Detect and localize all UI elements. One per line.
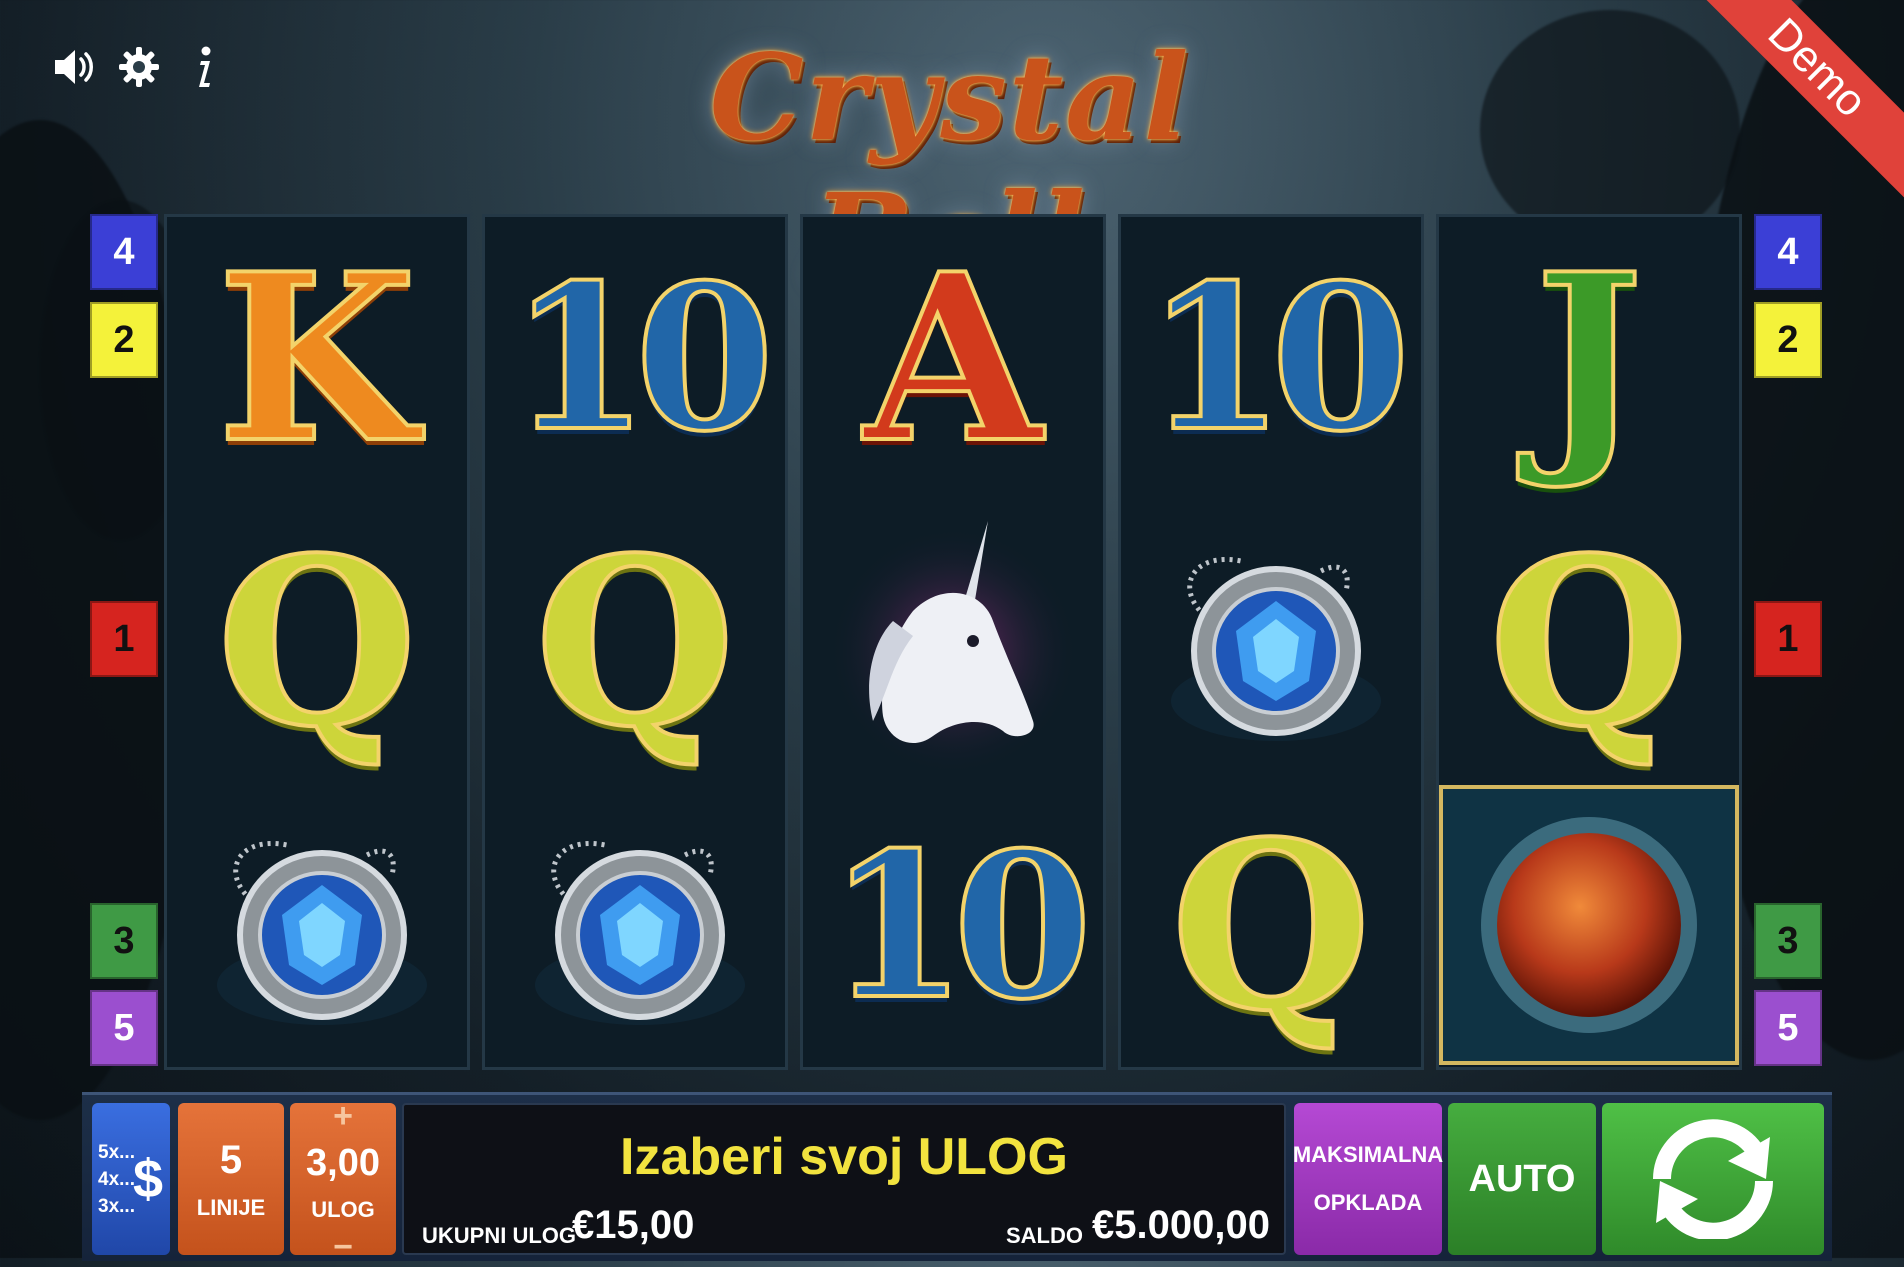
symbol-q: Q bbox=[215, 508, 419, 778]
reel-symbol bbox=[1121, 501, 1421, 785]
paytable-line: 4x... bbox=[98, 1168, 135, 1190]
max-bet-label-2: OPKLADA bbox=[1313, 1190, 1423, 1215]
max-bet-label-1: MAKSIMALNA bbox=[1292, 1142, 1444, 1167]
info-icon[interactable] bbox=[180, 44, 226, 90]
stake-button[interactable]: + 3,00 ULOG − bbox=[290, 1097, 396, 1266]
payline-marker-2[interactable]: 2 bbox=[90, 302, 158, 378]
demo-ribbon: Demo bbox=[1679, 0, 1904, 206]
spin-button[interactable] bbox=[1602, 1103, 1824, 1255]
payline-marker-3[interactable]: 3 bbox=[90, 903, 158, 979]
symbol-q: Q bbox=[533, 508, 737, 778]
reel-4: 10 Q bbox=[1118, 214, 1424, 1070]
lines-button[interactable]: 5 LINIJE bbox=[178, 1103, 284, 1255]
spin-icon bbox=[1653, 1119, 1773, 1239]
reel-2: 10 Q bbox=[482, 214, 788, 1070]
reel-symbol: 10 bbox=[1121, 217, 1421, 501]
auto-button[interactable]: AUTO bbox=[1448, 1103, 1596, 1255]
symbol-10: 10 bbox=[1144, 241, 1412, 476]
gear-icon[interactable] bbox=[116, 44, 162, 90]
auto-label: AUTO bbox=[1468, 1157, 1576, 1200]
reel-symbol: Q bbox=[1439, 501, 1739, 785]
symbol-k: K bbox=[215, 224, 419, 494]
paytable-line: 3x... bbox=[98, 1195, 135, 1217]
info-message: Izaberi svoj ULOG bbox=[620, 1128, 1068, 1186]
symbol-10: 10 bbox=[826, 809, 1094, 1044]
control-panel: 5x... 4x... 3x... $ 5 LINIJE + 3,00 ULOG… bbox=[82, 1092, 1832, 1266]
lines-label: LINIJE bbox=[196, 1194, 266, 1220]
lines-value: 5 bbox=[219, 1137, 243, 1182]
paytable-line: 5x... bbox=[98, 1141, 135, 1163]
max-bet-button[interactable]: MAKSIMALNA OPKLADA bbox=[1292, 1103, 1444, 1255]
reel-3: A 10 bbox=[800, 214, 1106, 1070]
stake-label: ULOG bbox=[311, 1196, 375, 1222]
reel-symbol: 10 bbox=[485, 217, 785, 501]
bet-info-display: Izaberi svoj ULOG UKUPNI ULOG €15,00 SAL… bbox=[402, 1103, 1286, 1255]
symbol-q: Q bbox=[1487, 508, 1691, 778]
dollar-icon: $ bbox=[132, 1149, 164, 1209]
amulet-symbol-icon bbox=[197, 815, 437, 1040]
stake-minus-icon[interactable]: − bbox=[333, 1228, 353, 1267]
symbol-q: Q bbox=[1169, 792, 1373, 1062]
reel-symbol bbox=[485, 785, 785, 1069]
crystal-ball-symbol-icon bbox=[1439, 784, 1739, 1070]
reel-symbol bbox=[167, 785, 467, 1069]
reel-area: KQ 10 Q A 10 10 QJ Q bbox=[164, 214, 1744, 1070]
stake-plus-icon[interactable]: + bbox=[333, 1097, 353, 1136]
payline-marker-5[interactable]: 5 bbox=[1754, 990, 1822, 1066]
top-toolbar bbox=[52, 44, 226, 90]
payline-marker-3[interactable]: 3 bbox=[1754, 903, 1822, 979]
payline-marker-1[interactable]: 1 bbox=[90, 601, 158, 677]
reel-symbol: J bbox=[1439, 217, 1739, 501]
payline-marker-2[interactable]: 2 bbox=[1754, 302, 1822, 378]
reel-symbol: Q bbox=[485, 501, 785, 785]
payline-marker-4[interactable]: 4 bbox=[1754, 214, 1822, 290]
reel-5: JQ bbox=[1436, 214, 1742, 1070]
payline-marker-1[interactable]: 1 bbox=[1754, 601, 1822, 677]
symbol-j: J bbox=[1533, 224, 1646, 494]
speaker-icon[interactable] bbox=[52, 44, 98, 90]
paytable-button[interactable]: 5x... 4x... 3x... $ bbox=[92, 1103, 170, 1255]
total-bet-value: €15,00 bbox=[572, 1203, 695, 1247]
reel-symbol: Q bbox=[167, 501, 467, 785]
payline-marker-4[interactable]: 4 bbox=[90, 214, 158, 290]
reel-symbol: K bbox=[167, 217, 467, 501]
reel-1: KQ bbox=[164, 214, 470, 1070]
symbol-a: A bbox=[862, 224, 1044, 494]
payline-marker-5[interactable]: 5 bbox=[90, 990, 158, 1066]
unicorn-symbol-icon bbox=[823, 511, 1083, 776]
stake-value: 3,00 bbox=[306, 1141, 380, 1184]
amulet-symbol-icon bbox=[515, 815, 755, 1040]
reel-symbol: Q bbox=[1121, 785, 1421, 1069]
symbol-10: 10 bbox=[508, 241, 776, 476]
reel-symbol bbox=[803, 501, 1103, 785]
reel-symbol bbox=[1439, 784, 1739, 1070]
reel-symbol: 10 bbox=[803, 785, 1103, 1069]
balance-value: €5.000,00 bbox=[1092, 1203, 1270, 1247]
total-bet-label: UKUPNI ULOG bbox=[422, 1223, 576, 1248]
amulet-symbol-icon bbox=[1151, 531, 1391, 756]
reel-symbol: A bbox=[803, 217, 1103, 501]
balance-label: SALDO bbox=[1006, 1223, 1083, 1248]
